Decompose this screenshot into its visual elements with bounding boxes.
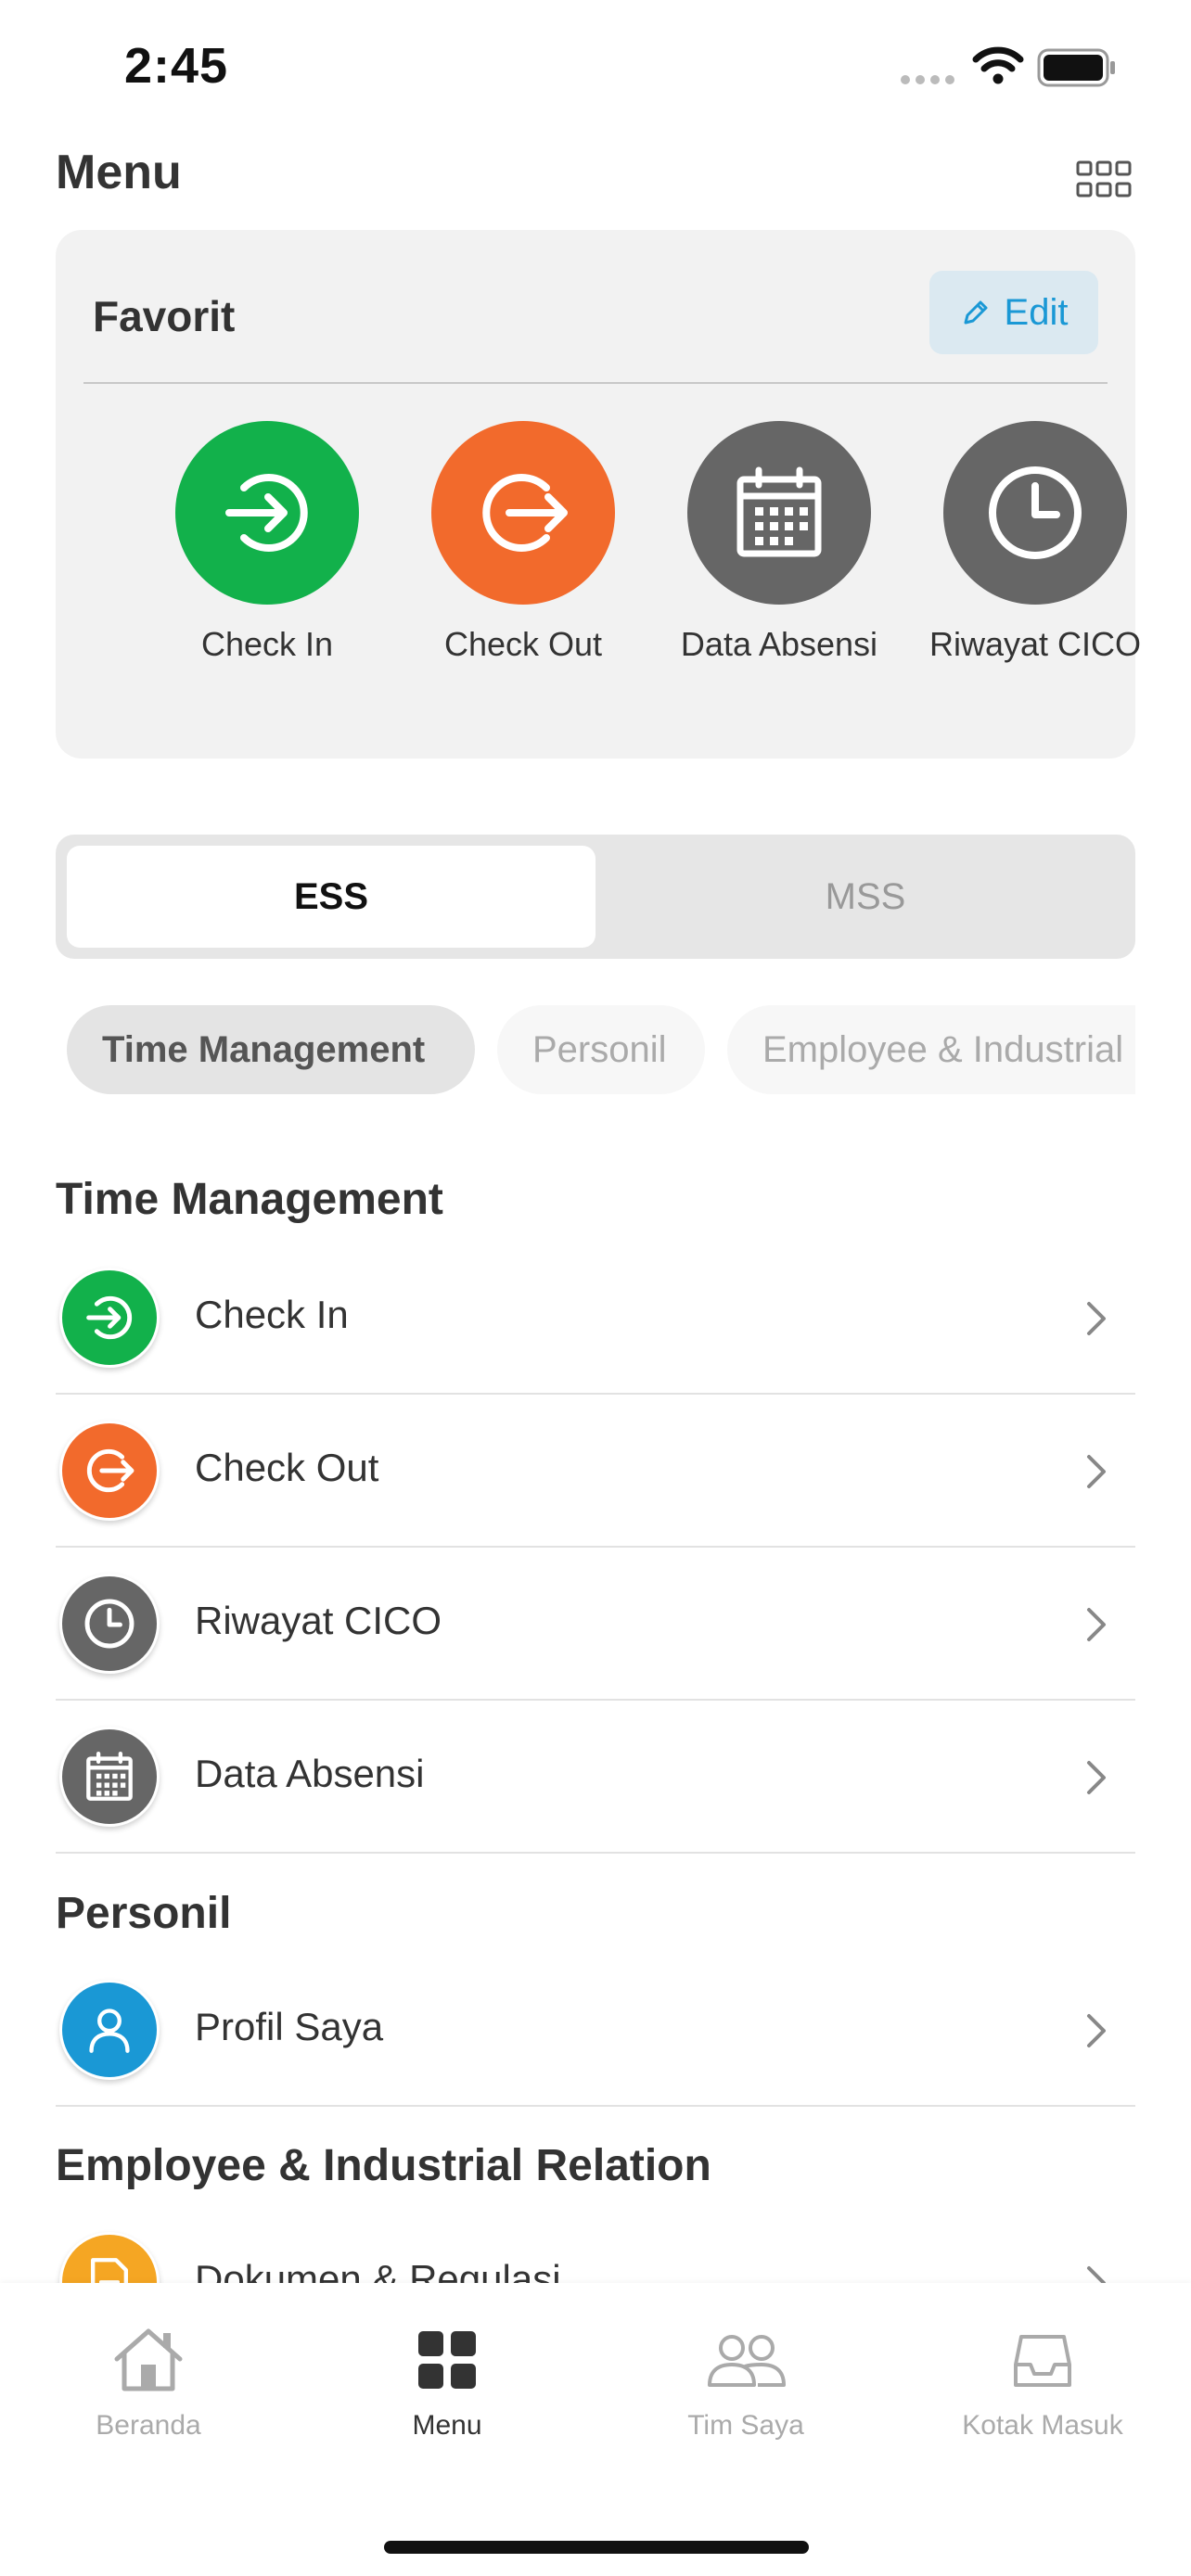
favorites-divider	[83, 382, 1108, 384]
team-icon	[708, 2335, 786, 2387]
home-indicator	[384, 2541, 809, 2554]
chevron-right-icon	[1087, 1455, 1106, 1488]
page-title: Menu	[56, 146, 182, 199]
section-title-personil: Personil	[56, 1889, 232, 1938]
nav-kotak-masuk[interactable]: Kotak Masuk	[894, 2327, 1191, 2442]
check-out-icon	[59, 1421, 160, 1521]
favorites-title: Favorit	[93, 292, 236, 340]
ess-mss-segment: ESS MSS	[56, 835, 1135, 959]
nav-label: Kotak Masuk	[962, 2410, 1123, 2441]
menu-row-check-out[interactable]: Check Out	[56, 1396, 1135, 1548]
clock-icon	[59, 1574, 160, 1674]
wifi-icon	[972, 46, 1024, 84]
chip-employee-industrial[interactable]: Employee & Industrial Relation	[727, 1005, 1135, 1094]
check-out-icon	[431, 421, 615, 605]
row-label: Check In	[195, 1293, 349, 1336]
signal-icon	[901, 75, 954, 84]
battery-icon	[1037, 48, 1115, 87]
favorite-check-out[interactable]: Check Out	[412, 421, 634, 664]
row-label: Riwayat CICO	[195, 1599, 442, 1642]
section-title-employee-industrial: Employee & Industrial Relation	[56, 2141, 711, 2190]
check-in-icon	[175, 421, 359, 605]
pencil-icon	[964, 300, 988, 325]
chip-time-management[interactable]: Time Management	[67, 1005, 475, 1094]
favorite-riwayat-cico[interactable]: Riwayat CICO	[924, 421, 1146, 664]
menu-row-check-in[interactable]: Check In	[56, 1243, 1135, 1395]
menu-row-data-absensi[interactable]: Data Absensi	[56, 1702, 1135, 1854]
section-title-time-management: Time Management	[56, 1175, 443, 1224]
edit-favorites-button[interactable]: Edit	[929, 271, 1098, 354]
favorite-check-in[interactable]: Check In	[156, 421, 378, 664]
home-icon	[114, 2328, 183, 2391]
nav-label: Menu	[412, 2410, 482, 2441]
row-label: Profil Saya	[195, 2005, 384, 2048]
favorite-label: Check Out	[443, 625, 603, 663]
menu-row-profil-saya[interactable]: Profil Saya	[56, 1955, 1135, 2107]
edit-label: Edit	[1004, 291, 1069, 333]
nav-label: Tim Saya	[687, 2410, 804, 2441]
grid-icon	[418, 2331, 476, 2389]
chevron-right-icon	[1087, 2014, 1106, 2047]
status-time: 2:45	[124, 38, 229, 94]
check-in-icon	[59, 1268, 160, 1368]
chip-personil[interactable]: Personil	[497, 1005, 705, 1094]
favorite-data-absensi[interactable]: Data Absensi	[668, 421, 890, 664]
nav-beranda[interactable]: Beranda	[0, 2327, 297, 2442]
segment-mss[interactable]: MSS	[607, 846, 1124, 948]
favorite-label: Check In	[200, 625, 334, 663]
clock-icon	[943, 421, 1127, 605]
row-label: Check Out	[195, 1446, 379, 1489]
user-icon	[59, 1980, 160, 2080]
favorite-label: Data Absensi	[680, 625, 878, 663]
chevron-right-icon	[1087, 1302, 1106, 1335]
chevron-right-icon	[1087, 1761, 1106, 1794]
grid-view-icon[interactable]	[1076, 159, 1132, 200]
bottom-navigation: Beranda Menu Tim Saya Kotak Masuk	[0, 2283, 1191, 2576]
calendar-icon	[687, 421, 871, 605]
calendar-icon	[59, 1727, 160, 1827]
nav-label: Beranda	[96, 2410, 201, 2441]
segment-ess[interactable]: ESS	[67, 846, 596, 948]
favorite-label: Riwayat CICO	[928, 625, 1142, 663]
inbox-icon	[1014, 2335, 1071, 2387]
chevron-right-icon	[1087, 1608, 1106, 1641]
nav-menu[interactable]: Menu	[299, 2327, 596, 2442]
menu-row-riwayat-cico[interactable]: Riwayat CICO	[56, 1549, 1135, 1701]
nav-tim-saya[interactable]: Tim Saya	[597, 2327, 894, 2442]
favorites-card: Favorit Edit Check In Check Out Data Abs…	[56, 230, 1141, 759]
row-label: Data Absensi	[195, 1752, 425, 1795]
category-chips: Time Management Personil Employee & Indu…	[56, 1005, 1135, 1094]
